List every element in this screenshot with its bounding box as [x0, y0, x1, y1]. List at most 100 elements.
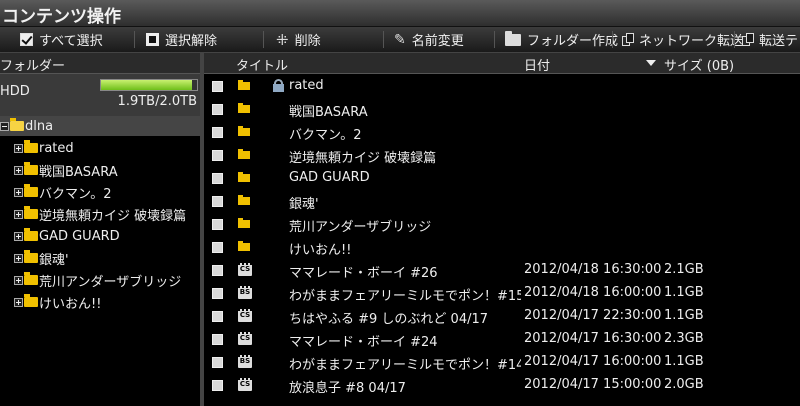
network-transfer-label: ネットワーク転送 — [639, 34, 744, 49]
row-checkbox[interactable] — [212, 104, 223, 115]
row-checkbox[interactable] — [212, 288, 223, 299]
copy-icon — [622, 33, 634, 46]
list-row[interactable]: バクマン。2 — [204, 121, 800, 144]
row-checkbox[interactable] — [212, 150, 223, 161]
expand-icon — [14, 253, 23, 263]
row-checkbox[interactable] — [212, 196, 223, 207]
video-cs-icon: CS — [238, 309, 252, 322]
col-size-header[interactable]: サイズ (0B) — [664, 55, 734, 74]
folder-icon — [24, 184, 38, 197]
tree-folder-label: GAD GUARD — [39, 228, 120, 244]
row-checkbox[interactable] — [212, 357, 223, 368]
toolbar: すべて選択 選択解除 ⁜ 削除 ✎ 名前変更 フォルダー作成 ネットワーク転送 … — [0, 27, 800, 53]
row-checkbox[interactable] — [212, 334, 223, 345]
hdd-item[interactable]: HDD 1.9TB/2.0TB — [0, 74, 200, 117]
row-checkbox[interactable] — [212, 127, 223, 138]
row-title: わがままフェアリーミルモでポン！#14 04/ — [289, 358, 521, 373]
tree-folder-item[interactable]: 荒川アンダーザブリッジ — [14, 270, 181, 290]
video-cs-icon: CS — [238, 263, 252, 276]
tree-root-dlna[interactable]: dlna — [0, 116, 200, 136]
row-title: 銀魂' — [289, 197, 319, 212]
list-row[interactable]: GAD GUARD — [204, 167, 800, 190]
tree-folder-item[interactable]: 銀魂' — [14, 248, 69, 268]
hdd-usage-bar — [100, 79, 198, 91]
row-checkbox[interactable] — [212, 242, 223, 253]
toolbar-divider — [263, 31, 264, 48]
folder-icon — [238, 149, 250, 159]
folder-icon — [238, 103, 250, 113]
row-title: わがままフェアリーミルモでポン！#15 04/ — [289, 289, 521, 304]
expand-icon — [14, 231, 23, 241]
list-row[interactable]: 銀魂' — [204, 190, 800, 213]
row-title: ママレード・ボーイ #26 — [289, 266, 438, 281]
list-row[interactable]: CS ママレード・ボーイ #26 2012/04/18 16:30:00 2.1GB — [204, 259, 800, 282]
row-date: 2012/04/17 22:30:00 — [524, 308, 662, 323]
row-size: 1.1GB — [664, 285, 704, 300]
list-row[interactable]: 逆境無頼カイジ 破壊録篇 — [204, 144, 800, 167]
list-row[interactable]: CS 放浪息子 #8 04/17 2012/04/17 15:00:00 2.0GB — [204, 374, 800, 397]
new-folder-button[interactable]: フォルダー作成 — [505, 27, 618, 52]
toolbar-divider — [383, 31, 384, 48]
tree-folder-item[interactable]: 戦国BASARA — [14, 160, 118, 180]
row-title: GAD GUARD — [289, 170, 370, 185]
list-row[interactable]: CS ママレード・ボーイ #24 2012/04/17 16:30:00 2.3GB — [204, 328, 800, 351]
network-transfer-button[interactable]: ネットワーク転送 — [622, 27, 743, 52]
tree-folder-item[interactable]: バクマン。2 — [14, 182, 112, 202]
row-date: 2012/04/17 15:00:00 — [524, 377, 662, 392]
row-checkbox[interactable] — [212, 265, 223, 276]
sort-desc-icon[interactable] — [646, 60, 656, 66]
rename-label: 名前変更 — [411, 34, 464, 49]
tree-folder-label: 逆境無頼カイジ 破壊録篇 — [39, 208, 187, 224]
row-title: バクマン。2 — [289, 128, 362, 143]
list-row[interactable]: 荒川アンダーザブリッジ — [204, 213, 800, 236]
tree-folder-item[interactable]: けいおん!! — [14, 292, 101, 312]
list-row[interactable]: BS わがままフェアリーミルモでポン！#14 04/2012/04/17 16:0… — [204, 351, 800, 374]
copy-icon — [742, 33, 754, 46]
rename-button[interactable]: ✎ 名前変更 — [394, 27, 464, 52]
delete-button[interactable]: ⁜ 削除 — [276, 27, 321, 52]
video-cs-icon: CS — [238, 378, 252, 391]
new-folder-label: フォルダー作成 — [527, 34, 619, 49]
list-row[interactable]: CS ちはやふる #9 しのぶれど 04/17 2012/04/17 22:30:0… — [204, 305, 800, 328]
list-row[interactable]: BS わがままフェアリーミルモでポン！#15 04/2012/04/18 16:0… — [204, 282, 800, 305]
tree-folder-item[interactable]: GAD GUARD — [14, 226, 120, 246]
folder-icon — [238, 241, 250, 251]
folder-icon — [238, 126, 250, 136]
expand-icon — [14, 143, 23, 153]
select-all-button[interactable]: すべて選択 — [20, 27, 103, 52]
row-date: 2012/04/17 16:30:00 — [524, 331, 662, 346]
checkbox-checked-icon — [20, 33, 33, 46]
folder-icon — [505, 30, 521, 46]
pencil-icon: ✎ — [394, 31, 406, 48]
expand-icon — [14, 165, 23, 175]
toolbar-divider — [134, 31, 135, 48]
row-title: 放浪息子 #8 04/17 — [289, 381, 406, 396]
list-row[interactable]: rated — [204, 75, 800, 98]
list-row[interactable]: 戦国BASARA — [204, 98, 800, 121]
deselect-button[interactable]: 選択解除 — [146, 27, 217, 52]
hdd-usage-text: 1.9TB/2.0TB — [117, 94, 197, 109]
transfer-button[interactable]: 転送テ — [742, 27, 798, 52]
toolbar-divider — [494, 31, 495, 48]
row-checkbox[interactable] — [212, 81, 223, 92]
expand-icon — [14, 297, 23, 307]
col-date-header[interactable]: 日付 — [524, 55, 550, 74]
delete-label: 削除 — [294, 34, 321, 49]
row-title: 荒川アンダーザブリッジ — [289, 220, 432, 235]
folder-open-icon — [10, 118, 24, 131]
tree-folder-item[interactable]: 逆境無頼カイジ 破壊録篇 — [14, 204, 186, 224]
row-checkbox[interactable] — [212, 219, 223, 230]
row-checkbox[interactable] — [212, 380, 223, 391]
folder-icon — [24, 250, 38, 263]
tree-root-label: dlna — [25, 118, 54, 134]
folder-icon — [238, 172, 250, 182]
tree-folder-item[interactable]: rated — [14, 138, 74, 158]
row-checkbox[interactable] — [212, 173, 223, 184]
row-title: 逆境無頼カイジ 破壊録篇 — [289, 151, 437, 166]
row-date: 2012/04/18 16:00:00 — [524, 285, 662, 300]
col-title-header[interactable]: タイトル — [236, 55, 288, 74]
list-row[interactable]: けいおん!! — [204, 236, 800, 259]
window-title: コンテンツ操作 — [2, 7, 121, 27]
row-checkbox[interactable] — [212, 311, 223, 322]
tree-folder-label: 戦国BASARA — [39, 164, 118, 180]
